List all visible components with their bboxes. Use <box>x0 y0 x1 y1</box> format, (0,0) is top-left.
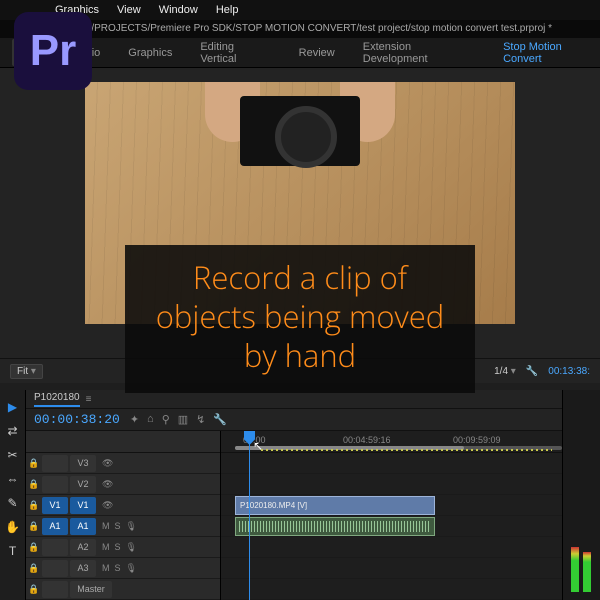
track-master[interactable]: 🔒 Master <box>26 579 220 600</box>
lock-icon[interactable]: 🔒 <box>26 584 42 595</box>
lock-icon[interactable]: 🔒 <box>26 500 42 511</box>
settings-wrench-icon[interactable]: 🔧 <box>213 413 227 426</box>
snap-icon[interactable]: ✦ <box>130 413 139 426</box>
audio-meters <box>562 390 600 600</box>
track-v2[interactable]: 🔒 V2 👁 <box>26 474 220 495</box>
marker-dots <box>261 449 552 451</box>
resolution-select[interactable]: 1/4 ▾ <box>494 366 516 377</box>
ruler-tick: 00:09:59:09 <box>453 435 501 445</box>
sequence-tab[interactable]: P1020180 <box>34 392 80 406</box>
type-tool[interactable]: T <box>4 542 22 560</box>
source-patch-a3[interactable] <box>42 560 68 577</box>
workspace-review[interactable]: Review <box>299 47 335 59</box>
sequence-panel: P1020180 ≡ 00:00:38:20 ✦ ⌂ ⚲ ▥ ↯ 🔧 🔒 <box>26 390 562 600</box>
track-v3[interactable]: 🔒 V3 👁 <box>26 453 220 474</box>
overwrite-icon[interactable]: ↯ <box>196 413 205 426</box>
toggle-output-icon[interactable]: 👁 <box>102 500 113 511</box>
zoom-fit-select[interactable]: Fit ▾ <box>10 364 43 379</box>
selection-tool[interactable]: ▶ <box>4 398 22 416</box>
lock-icon[interactable]: 🔒 <box>26 479 42 490</box>
track-v1[interactable]: 🔒 V1 V1 👁 <box>26 495 220 516</box>
voiceover-icon[interactable]: 🎙 <box>126 521 137 532</box>
program-timecode[interactable]: 00:13:38: <box>548 366 590 377</box>
menu-view[interactable]: View <box>117 4 141 16</box>
timeline-tracks[interactable]: 00:00 00:04:59:16 00:09:59:09 00:14:59:0… <box>221 431 562 600</box>
workspace-stop-motion[interactable]: Stop Motion Convert <box>503 41 600 65</box>
source-patch-v2[interactable] <box>42 476 68 493</box>
track-label-v1[interactable]: V1 <box>70 497 96 514</box>
instruction-overlay: Record a clip of objects being moved by … <box>125 245 475 393</box>
mute-button[interactable]: M <box>102 542 110 553</box>
toggle-output-icon[interactable]: 👁 <box>102 479 113 490</box>
sequence-tab-menu-icon[interactable]: ≡ <box>86 394 92 405</box>
playhead-line <box>249 431 250 600</box>
link-icon[interactable]: ⚲ <box>162 413 170 426</box>
solo-button[interactable]: S <box>115 563 121 574</box>
source-patch-master[interactable] <box>42 581 68 598</box>
audio-clip[interactable] <box>235 517 435 536</box>
source-patch-v1[interactable]: V1 <box>42 497 68 514</box>
track-label-a2[interactable]: A2 <box>70 539 96 556</box>
sequence-timecode[interactable]: 00:00:38:20 <box>34 412 120 427</box>
workspace-extension-dev[interactable]: Extension Development <box>363 41 475 65</box>
track-label-a1[interactable]: A1 <box>70 518 96 535</box>
ruler-tick: 00:04:59:16 <box>343 435 391 445</box>
track-a1[interactable]: 🔒 A1 A1 M S 🎙 <box>26 516 220 537</box>
workspace-graphics[interactable]: Graphics <box>128 47 172 59</box>
lock-icon[interactable]: 🔒 <box>26 458 42 469</box>
solo-button[interactable]: S <box>115 521 121 532</box>
lock-icon[interactable]: 🔒 <box>26 563 42 574</box>
slip-tool[interactable]: ⇔ <box>4 470 22 488</box>
track-label-master[interactable]: Master <box>70 581 112 598</box>
source-patch-v3[interactable] <box>42 455 68 472</box>
track-label-v2[interactable]: V2 <box>70 476 96 493</box>
tool-palette: ▶ ⇄ ✂ ⇔ ✎ ✋ T <box>0 390 26 600</box>
app-menubar: Graphics View Window Help <box>0 0 600 20</box>
meter-right <box>583 552 591 592</box>
video-clip[interactable]: P1020180.MP4 [V] <box>235 496 435 515</box>
menu-help[interactable]: Help <box>216 4 239 16</box>
marker-icon[interactable]: ⌂ <box>147 413 154 426</box>
insert-icon[interactable]: ▥ <box>178 413 188 426</box>
mute-button[interactable]: M <box>102 521 110 532</box>
track-a3[interactable]: 🔒 A3 M S 🎙 <box>26 558 220 579</box>
solo-button[interactable]: S <box>115 542 121 553</box>
meter-left <box>571 547 579 592</box>
sequence-snap-icons: ✦ ⌂ ⚲ ▥ ↯ 🔧 <box>130 413 227 426</box>
lock-icon[interactable]: 🔒 <box>26 542 42 553</box>
toggle-output-icon[interactable]: 👁 <box>102 458 113 469</box>
track-select-tool[interactable]: ⇄ <box>4 422 22 440</box>
document-path: ocuments/PROJECTS/Premiere Pro SDK/STOP … <box>48 23 552 34</box>
timeline-panel: ▶ ⇄ ✂ ⇔ ✎ ✋ T P1020180 ≡ 00:00:38:20 ✦ ⌂… <box>0 390 600 600</box>
menu-window[interactable]: Window <box>159 4 198 16</box>
pen-tool[interactable]: ✎ <box>4 494 22 512</box>
razor-tool[interactable]: ✂ <box>4 446 22 464</box>
premiere-logo-text: Pr <box>30 26 76 76</box>
camera-prop <box>240 96 360 166</box>
track-label-v3[interactable]: V3 <box>70 455 96 472</box>
workspace-editing-vertical[interactable]: Editing Vertical <box>200 41 270 65</box>
source-patch-a1[interactable]: A1 <box>42 518 68 535</box>
track-headers: 🔒 V3 👁 🔒 V2 👁 🔒 V1 V1 👁 <box>26 431 221 600</box>
settings-icon[interactable]: 🔧 <box>526 366 538 377</box>
mute-button[interactable]: M <box>102 563 110 574</box>
voiceover-icon[interactable]: 🎙 <box>126 542 137 553</box>
hand-tool[interactable]: ✋ <box>4 518 22 536</box>
source-patch-a2[interactable] <box>42 539 68 556</box>
premiere-logo: Pr <box>14 12 92 90</box>
track-label-a3[interactable]: A3 <box>70 560 96 577</box>
lock-icon[interactable]: 🔒 <box>26 521 42 532</box>
time-ruler[interactable]: 00:00 00:04:59:16 00:09:59:09 00:14:59:0… <box>221 431 562 453</box>
cursor-icon: ↖ <box>253 439 263 453</box>
voiceover-icon[interactable]: 🎙 <box>126 563 137 574</box>
track-a2[interactable]: 🔒 A2 M S 🎙 <box>26 537 220 558</box>
instruction-text: Record a clip of objects being moved by … <box>156 257 445 377</box>
